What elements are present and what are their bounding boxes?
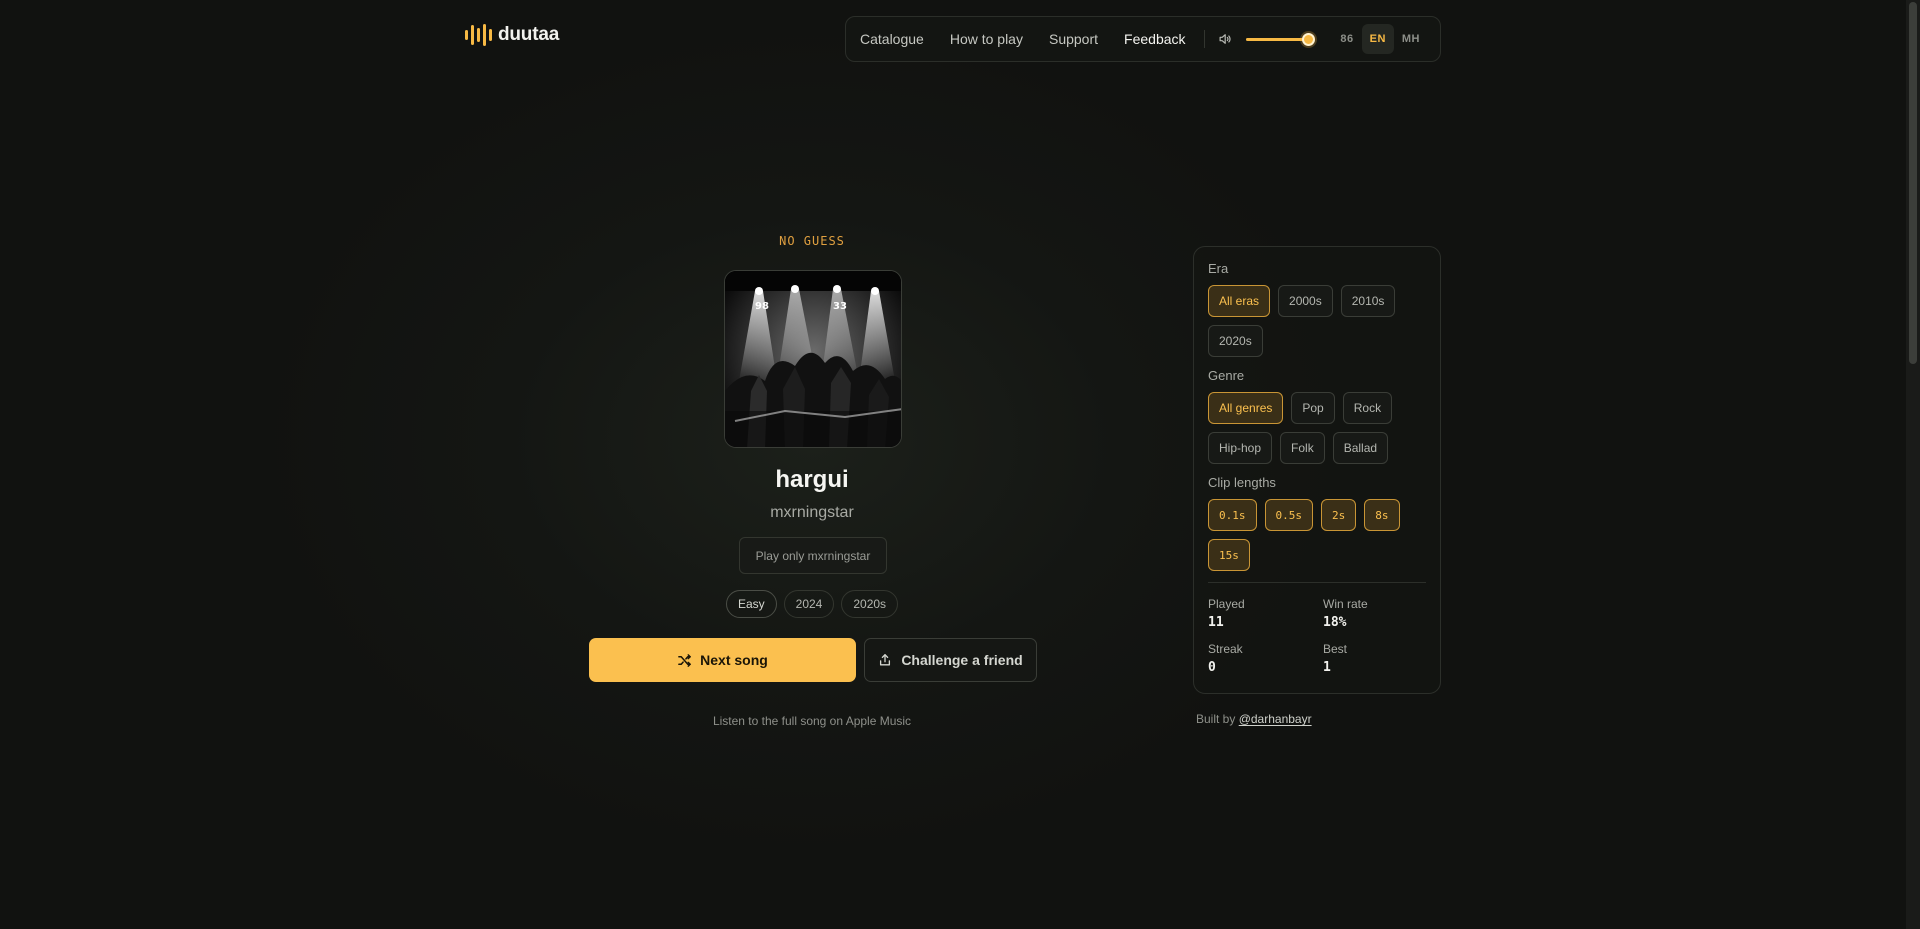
genre-chip-rock[interactable]: Rock xyxy=(1342,392,1393,424)
nav-link-catalogue[interactable]: Catalogue xyxy=(860,31,924,47)
stat-played-label: Played xyxy=(1208,597,1245,611)
panel-divider xyxy=(1208,582,1426,583)
volume-slider-thumb[interactable] xyxy=(1301,33,1315,46)
nav-link-support[interactable]: Support xyxy=(1049,31,1098,47)
volume-icon[interactable] xyxy=(1218,31,1232,47)
era-chips: All eras 2000s 2010s 2020s xyxy=(1208,285,1426,357)
language-option-86[interactable]: 86 xyxy=(1332,24,1361,54)
clip-chip-2s[interactable]: 2s xyxy=(1321,499,1357,531)
clip-lengths-section-label: Clip lengths xyxy=(1208,475,1276,490)
era-section-label: Era xyxy=(1208,261,1229,276)
volume-slider-fill xyxy=(1245,38,1309,41)
nav-link-how-to-play[interactable]: How to play xyxy=(950,31,1023,47)
era-chip-2020s[interactable]: 2020s xyxy=(1208,325,1263,357)
stat-win-rate-label: Win rate xyxy=(1323,597,1368,611)
stat-played: Played 11 xyxy=(1208,597,1323,630)
stat-played-value: 11 xyxy=(1208,615,1224,630)
stat-best: Best 1 xyxy=(1323,642,1438,675)
built-by-prefix: Built by xyxy=(1196,712,1236,726)
svg-text:33: 33 xyxy=(833,301,847,312)
nav-link-feedback[interactable]: Feedback xyxy=(1124,31,1185,47)
app-logo[interactable]: duutaa xyxy=(465,24,559,46)
difficulty-tag: Easy xyxy=(725,590,777,618)
logo-waveform-icon xyxy=(465,24,492,46)
language-option-mh[interactable]: MH xyxy=(1394,24,1428,54)
album-cover: 98 33 xyxy=(724,270,902,448)
genre-chip-folk[interactable]: Folk xyxy=(1280,432,1325,464)
nav-divider xyxy=(1203,30,1205,48)
genre-chip-pop[interactable]: Pop xyxy=(1291,392,1335,424)
player-stats: Played 11 Win rate 18% Streak 0 Best 1 xyxy=(1208,597,1426,675)
share-icon xyxy=(880,654,891,666)
page-scrollbar[interactable] xyxy=(1906,0,1920,929)
filters-panel: Era All eras 2000s 2010s 2020s Genre All… xyxy=(1193,246,1441,694)
era-chip-2010s[interactable]: 2010s xyxy=(1340,285,1396,317)
play-only-artist-button[interactable]: Play only mxrningstar xyxy=(739,537,887,574)
genre-chip-all[interactable]: All genres xyxy=(1208,392,1284,424)
stat-best-label: Best xyxy=(1323,642,1348,656)
album-cover-photo: 98 33 xyxy=(725,271,901,447)
genre-chip-hip-hop[interactable]: Hip-hop xyxy=(1208,432,1273,464)
year-tag: 2024 xyxy=(783,590,835,618)
next-song-button[interactable]: Next song xyxy=(589,638,856,682)
clip-chip-15s[interactable]: 15s xyxy=(1208,539,1250,571)
top-navigation: Catalogue How to play Support Feedback 8… xyxy=(845,16,1441,62)
stat-streak: Streak 0 xyxy=(1208,642,1323,675)
stat-streak-label: Streak xyxy=(1208,642,1243,656)
era-tag: 2020s xyxy=(841,590,899,618)
stat-streak-value: 0 xyxy=(1208,660,1216,675)
author-link[interactable]: @darhanbayr xyxy=(1239,712,1312,726)
clip-chip-0-5s[interactable]: 0.5s xyxy=(1264,499,1313,531)
next-song-label: Next song xyxy=(700,652,768,668)
brand-name: duutaa xyxy=(498,24,560,45)
stat-best-value: 1 xyxy=(1323,660,1331,675)
genre-section-label: Genre xyxy=(1208,368,1245,383)
challenge-friend-label: Challenge a friend xyxy=(901,652,1023,668)
guess-status: NO GUESS xyxy=(779,234,845,248)
clip-chip-0-1s[interactable]: 0.1s xyxy=(1208,499,1257,531)
apple-music-link[interactable]: Listen to the full song on Apple Music xyxy=(612,714,1012,728)
song-artist: mxrningstar xyxy=(770,504,854,521)
shuffle-icon xyxy=(678,653,692,667)
scrollbar-thumb[interactable] xyxy=(1909,2,1917,364)
challenge-friend-button[interactable]: Challenge a friend xyxy=(864,638,1037,682)
clip-chip-8s[interactable]: 8s xyxy=(1364,499,1400,531)
svg-text:98: 98 xyxy=(755,301,769,312)
era-chip-all[interactable]: All eras xyxy=(1208,285,1271,317)
era-chip-2000s[interactable]: 2000s xyxy=(1278,285,1333,317)
built-by-credit: Built by @darhanbayr xyxy=(1196,712,1312,726)
stat-win-rate: Win rate 18% xyxy=(1323,597,1438,630)
clip-length-chips: 0.1s 0.5s 2s 8s 15s xyxy=(1208,499,1426,571)
language-option-en[interactable]: EN xyxy=(1361,24,1394,54)
volume-slider[interactable] xyxy=(1245,32,1315,46)
song-tags: Easy 2024 2020s xyxy=(612,590,1012,618)
genre-chips: All genres Pop Rock Hip-hop Folk Ballad xyxy=(1208,392,1426,464)
stat-win-rate-value: 18% xyxy=(1323,615,1347,630)
song-title: hargui xyxy=(775,466,849,493)
genre-chip-ballad[interactable]: Ballad xyxy=(1332,432,1389,464)
